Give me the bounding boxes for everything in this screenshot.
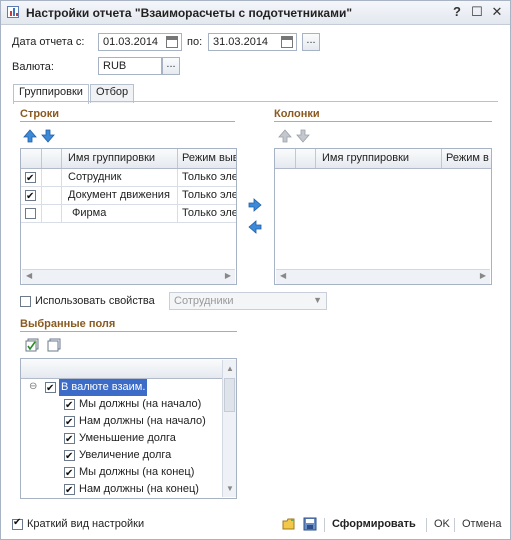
columns-grid[interactable]: Имя группировки Режим в ◀ ▶ bbox=[274, 148, 492, 285]
selected-fields-header bbox=[21, 359, 236, 379]
row-name: Сотрудник bbox=[62, 169, 178, 186]
tree-item-label: Нам должны (на начало) bbox=[79, 415, 206, 427]
calendar-icon[interactable] bbox=[166, 36, 178, 48]
row-mode: Только эле bbox=[182, 171, 237, 183]
column-header-mode[interactable]: Режим в bbox=[442, 149, 491, 168]
currency-field[interactable]: RUB bbox=[98, 57, 162, 75]
date-from-label: Дата отчета с: bbox=[12, 36, 85, 48]
scroll-right-icon[interactable]: ▶ bbox=[480, 271, 486, 280]
table-row[interactable]: Документ движения Только эле bbox=[21, 187, 237, 205]
table-row[interactable]: Сотрудник Только эле bbox=[21, 169, 237, 187]
title-bar: Настройки отчета "Взаиморасчеты с подотч… bbox=[1, 1, 510, 25]
column-header-mode[interactable]: Режим выв bbox=[178, 149, 236, 168]
tree-root-label: В валюте взаим. bbox=[59, 379, 148, 396]
rows-horizontal-scrollbar[interactable]: ◀ ▶ bbox=[22, 269, 235, 284]
currency-select-button[interactable]: ... bbox=[162, 57, 180, 75]
scroll-right-icon[interactable]: ▶ bbox=[225, 271, 231, 280]
row-mode: Только эле bbox=[182, 207, 237, 219]
scroll-down-icon[interactable]: ▼ bbox=[226, 484, 234, 493]
cancel-button[interactable]: Отмена bbox=[462, 518, 501, 530]
window-title: Настройки отчета "Взаиморасчеты с подотч… bbox=[26, 6, 353, 20]
date-from-value: 01.03.2014 bbox=[103, 36, 159, 48]
row-mode: Только эле bbox=[182, 189, 237, 201]
move-up-icon[interactable] bbox=[278, 129, 292, 143]
generate-button[interactable]: Сформировать bbox=[332, 518, 416, 530]
table-row[interactable]: Фирма Только эле bbox=[21, 205, 237, 223]
row-name: Фирма bbox=[62, 205, 178, 222]
tree-checkbox[interactable] bbox=[45, 380, 56, 397]
tree-checkbox[interactable] bbox=[64, 431, 75, 448]
report-icon bbox=[7, 6, 19, 18]
date-to-value: 31.03.2014 bbox=[213, 36, 269, 48]
properties-combo-value: Сотрудники bbox=[174, 295, 234, 307]
rows-section-line bbox=[20, 121, 235, 122]
properties-combo[interactable]: Сотрудники ▼ bbox=[169, 292, 327, 310]
period-select-button[interactable]: ... bbox=[302, 33, 320, 51]
currency-label: Валюта: bbox=[12, 61, 54, 73]
column-header-name[interactable]: Имя группировки bbox=[316, 149, 442, 168]
move-left-icon[interactable] bbox=[248, 220, 262, 234]
settings-window: Настройки отчета "Взаиморасчеты с подотч… bbox=[0, 0, 511, 540]
move-right-icon[interactable] bbox=[248, 198, 262, 212]
scroll-left-icon[interactable]: ◀ bbox=[280, 271, 286, 280]
selected-fields-title: Выбранные поля bbox=[20, 318, 116, 330]
uncheck-all-icon[interactable] bbox=[47, 338, 61, 352]
open-folder-icon[interactable] bbox=[282, 517, 296, 531]
columns-horizontal-scrollbar[interactable]: ◀ ▶ bbox=[276, 269, 490, 284]
date-from-field[interactable]: 01.03.2014 bbox=[98, 33, 182, 51]
row-checkbox[interactable] bbox=[25, 208, 36, 219]
row-checkbox[interactable] bbox=[25, 170, 36, 186]
tree-item-label: Увеличение долга bbox=[79, 449, 172, 461]
move-down-icon[interactable] bbox=[296, 129, 310, 143]
tree-checkbox[interactable] bbox=[64, 482, 75, 498]
selected-fields-line bbox=[20, 331, 237, 332]
save-icon[interactable] bbox=[303, 517, 317, 531]
columns-section-title: Колонки bbox=[274, 108, 320, 120]
brief-view-label: Краткий вид настройки bbox=[27, 518, 145, 530]
chevron-down-icon[interactable]: ▼ bbox=[313, 295, 322, 305]
currency-value: RUB bbox=[103, 60, 127, 72]
tree-item-label: Мы должны (на конец) bbox=[79, 466, 195, 478]
use-properties-label: Использовать свойства bbox=[35, 295, 155, 307]
collapse-icon[interactable]: ⊖ bbox=[29, 378, 37, 395]
row-name: Документ движения bbox=[62, 187, 178, 204]
help-button[interactable]: ? bbox=[449, 5, 465, 19]
close-button[interactable]: ✕ bbox=[489, 5, 505, 19]
brief-view-checkbox[interactable] bbox=[12, 517, 23, 530]
move-up-icon[interactable] bbox=[23, 129, 37, 143]
columns-grid-header: Имя группировки Режим в bbox=[275, 149, 491, 169]
tree-item-label: Нам должны (на конец) bbox=[79, 483, 199, 495]
tab-divider bbox=[13, 101, 498, 102]
restore-button[interactable]: ☐ bbox=[469, 5, 485, 19]
rows-section-title: Строки bbox=[20, 108, 60, 120]
tree-vertical-scrollbar[interactable]: ▲ ▼ bbox=[222, 360, 236, 497]
footer-bar: Краткий вид настройки Сформировать OK От… bbox=[1, 512, 510, 539]
move-down-icon[interactable] bbox=[41, 129, 55, 143]
calendar-icon[interactable] bbox=[281, 36, 293, 48]
columns-section-line bbox=[274, 121, 492, 122]
tree-checkbox[interactable] bbox=[64, 414, 75, 431]
date-to-field[interactable]: 31.03.2014 bbox=[208, 33, 297, 51]
tree-checkbox[interactable] bbox=[64, 465, 75, 482]
check-all-icon[interactable] bbox=[25, 338, 39, 352]
tree-checkbox[interactable] bbox=[64, 448, 75, 465]
row-checkbox[interactable] bbox=[25, 188, 36, 204]
tree-item-label: Уменьшение долга bbox=[79, 432, 176, 444]
column-header-name[interactable]: Имя группировки bbox=[62, 149, 178, 168]
scroll-thumb[interactable] bbox=[224, 378, 235, 412]
scroll-up-icon[interactable]: ▲ bbox=[226, 364, 234, 373]
rows-grid[interactable]: Имя группировки Режим выв Сотрудник Толь… bbox=[20, 148, 237, 285]
tree-checkbox[interactable] bbox=[64, 397, 75, 414]
selected-fields-tree[interactable]: ⊖ В валюте взаим. Мы должны (на начало) … bbox=[20, 358, 237, 499]
scroll-left-icon[interactable]: ◀ bbox=[26, 271, 32, 280]
rows-grid-header: Имя группировки Режим выв bbox=[21, 149, 236, 169]
ok-button[interactable]: OK bbox=[434, 518, 450, 530]
tree-item-label: Мы должны (на начало) bbox=[79, 398, 202, 410]
use-properties-checkbox[interactable] bbox=[20, 296, 31, 307]
date-to-label: по: bbox=[187, 36, 203, 48]
